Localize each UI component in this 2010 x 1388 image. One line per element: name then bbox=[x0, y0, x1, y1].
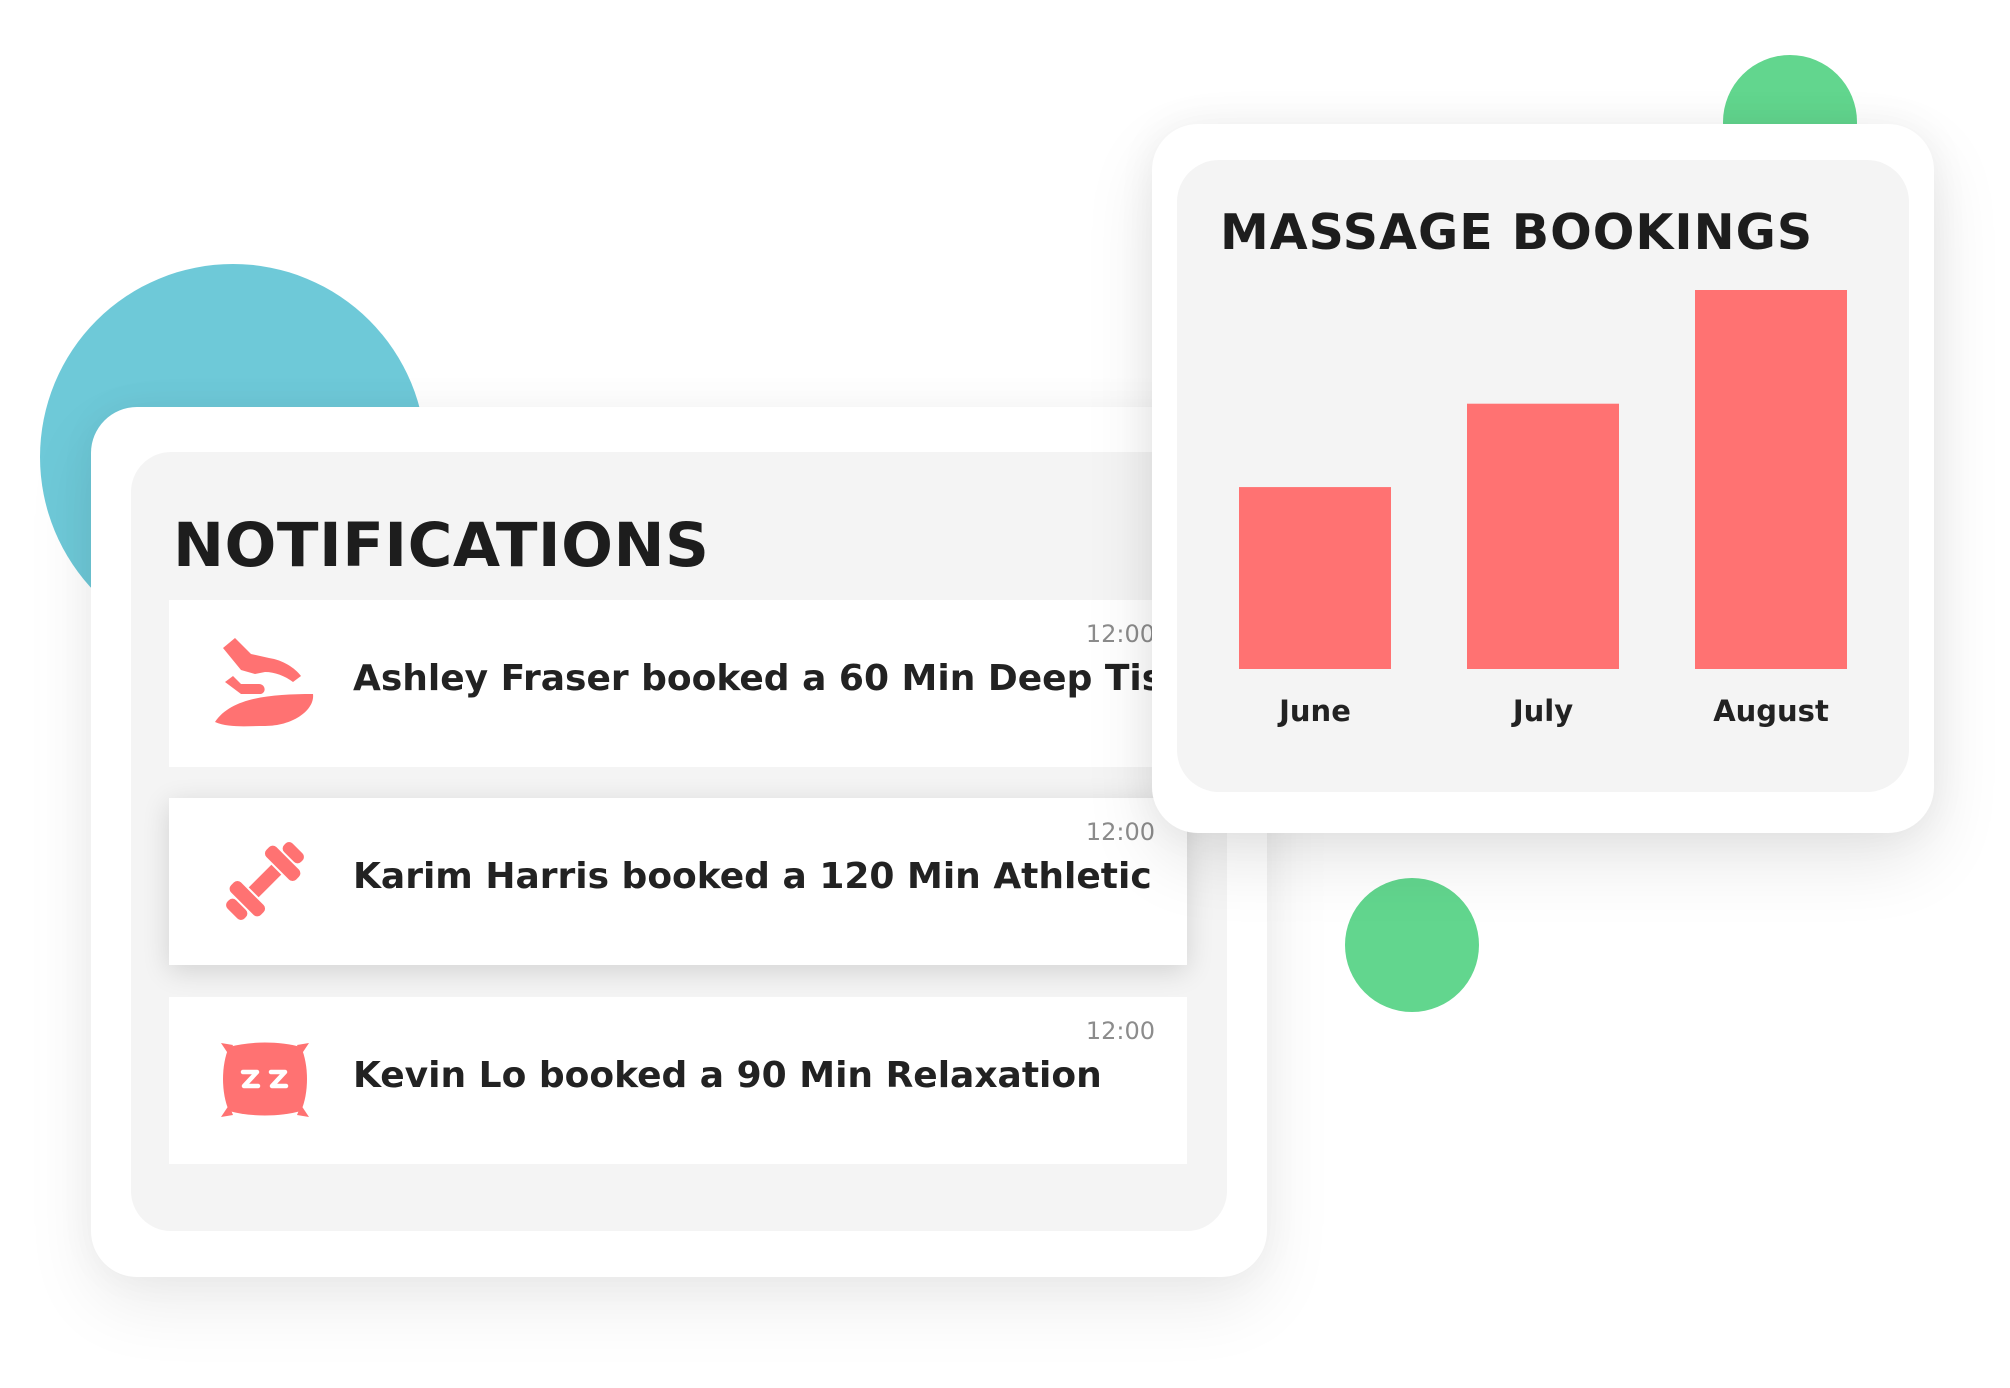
dumbbell-icon bbox=[213, 836, 317, 926]
notifications-title: NOTIFICATIONS bbox=[173, 510, 710, 581]
notification-item[interactable]: 12:00 Kevin Lo booked a 90 Min Relaxatio… bbox=[169, 997, 1187, 1164]
massage-hand-icon bbox=[213, 638, 317, 728]
bar-june bbox=[1239, 487, 1391, 669]
x-tick-label-august: August bbox=[1713, 694, 1829, 728]
notification-text: Ashley Fraser booked a 60 Min Deep Tissu… bbox=[353, 658, 1227, 699]
notification-time: 12:00 bbox=[1085, 1017, 1155, 1045]
massage-bookings-panel: MASSAGE BOOKINGS June July August bbox=[1177, 160, 1909, 792]
notifications-panel: NOTIFICATIONS 12:00 Ashley Fraser booked… bbox=[131, 452, 1227, 1231]
x-tick-label-july: July bbox=[1511, 694, 1573, 728]
notification-time: 12:00 bbox=[1085, 620, 1155, 648]
bar-august bbox=[1695, 290, 1847, 669]
bookings-bar-chart: June July August bbox=[1239, 290, 1847, 728]
massage-bookings-card: MASSAGE BOOKINGS June July August bbox=[1152, 124, 1934, 833]
notification-item[interactable]: 12:00 Karim Harris booked a 120 Min Athl… bbox=[169, 798, 1187, 965]
notifications-card: NOTIFICATIONS 12:00 Ashley Fraser booked… bbox=[91, 407, 1267, 1277]
x-tick-label-june: June bbox=[1277, 694, 1351, 728]
decorative-green-circle-middle bbox=[1345, 878, 1479, 1012]
bar-july bbox=[1467, 403, 1619, 669]
notification-time: 12:00 bbox=[1085, 818, 1155, 846]
notification-text: Kevin Lo booked a 90 Min Relaxation bbox=[353, 1055, 1102, 1096]
notification-item[interactable]: 12:00 Ashley Fraser booked a 60 Min Deep… bbox=[169, 600, 1227, 767]
sleep-pillow-icon bbox=[213, 1035, 317, 1125]
notification-text: Karim Harris booked a 120 Min Athletic bbox=[353, 856, 1152, 897]
